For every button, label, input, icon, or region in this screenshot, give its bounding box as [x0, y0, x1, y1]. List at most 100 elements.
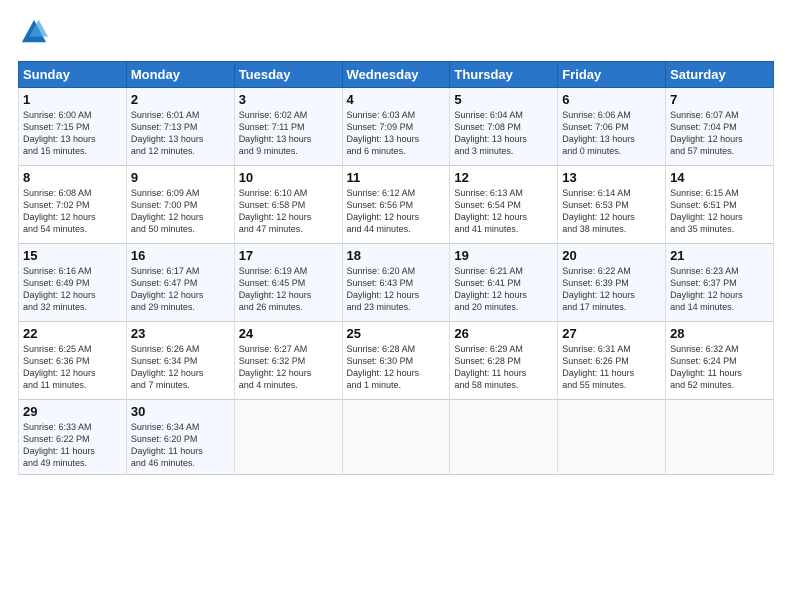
day-info: Sunrise: 6:09 AM Sunset: 7:00 PM Dayligh… — [131, 187, 230, 236]
day-number: 21 — [670, 248, 769, 263]
day-number: 27 — [562, 326, 661, 341]
day-info: Sunrise: 6:34 AM Sunset: 6:20 PM Dayligh… — [131, 421, 230, 470]
day-number: 6 — [562, 92, 661, 107]
day-number: 28 — [670, 326, 769, 341]
day-info: Sunrise: 6:01 AM Sunset: 7:13 PM Dayligh… — [131, 109, 230, 158]
day-number: 10 — [239, 170, 338, 185]
day-number: 19 — [454, 248, 553, 263]
day-info: Sunrise: 6:27 AM Sunset: 6:32 PM Dayligh… — [239, 343, 338, 392]
day-cell: 22 Sunrise: 6:25 AM Sunset: 6:36 PM Dayli… — [19, 322, 127, 400]
day-info: Sunrise: 6:22 AM Sunset: 6:39 PM Dayligh… — [562, 265, 661, 314]
day-cell: 28 Sunrise: 6:32 AM Sunset: 6:24 PM Dayli… — [666, 322, 774, 400]
logo-icon — [20, 18, 48, 46]
day-cell — [558, 400, 666, 475]
day-cell: 13 Sunrise: 6:14 AM Sunset: 6:53 PM Dayli… — [558, 166, 666, 244]
day-number: 11 — [347, 170, 446, 185]
day-info: Sunrise: 6:32 AM Sunset: 6:24 PM Dayligh… — [670, 343, 769, 392]
day-number: 18 — [347, 248, 446, 263]
day-info: Sunrise: 6:20 AM Sunset: 6:43 PM Dayligh… — [347, 265, 446, 314]
logo — [18, 18, 52, 51]
day-cell: 24 Sunrise: 6:27 AM Sunset: 6:32 PM Dayli… — [234, 322, 342, 400]
day-info: Sunrise: 6:26 AM Sunset: 6:34 PM Dayligh… — [131, 343, 230, 392]
day-cell: 11 Sunrise: 6:12 AM Sunset: 6:56 PM Dayli… — [342, 166, 450, 244]
day-number: 17 — [239, 248, 338, 263]
header-cell-friday: Friday — [558, 62, 666, 88]
day-info: Sunrise: 6:14 AM Sunset: 6:53 PM Dayligh… — [562, 187, 661, 236]
day-cell: 4 Sunrise: 6:03 AM Sunset: 7:09 PM Daylig… — [342, 88, 450, 166]
day-number: 29 — [23, 404, 122, 419]
day-number: 9 — [131, 170, 230, 185]
page: SundayMondayTuesdayWednesdayThursdayFrid… — [0, 0, 792, 485]
week-row-1: 1Sunrise: 6:00 AM Sunset: 7:15 PM Daylig… — [19, 88, 774, 166]
day-info: Sunrise: 6:07 AM Sunset: 7:04 PM Dayligh… — [670, 109, 769, 158]
day-number: 4 — [347, 92, 446, 107]
day-cell — [234, 400, 342, 475]
day-number: 23 — [131, 326, 230, 341]
week-row-5: 29 Sunrise: 6:33 AM Sunset: 6:22 PM Dayli… — [19, 400, 774, 475]
day-cell: 26Sunrise: 6:29 AM Sunset: 6:28 PM Dayli… — [450, 322, 558, 400]
day-info: Sunrise: 6:25 AM Sunset: 6:36 PM Dayligh… — [23, 343, 122, 392]
day-number: 26 — [454, 326, 553, 341]
week-row-2: 8 Sunrise: 6:08 AM Sunset: 7:02 PM Daylig… — [19, 166, 774, 244]
day-number: 8 — [23, 170, 122, 185]
header — [18, 18, 774, 51]
day-number: 24 — [239, 326, 338, 341]
day-number: 22 — [23, 326, 122, 341]
day-number: 25 — [347, 326, 446, 341]
day-info: Sunrise: 6:31 AM Sunset: 6:26 PM Dayligh… — [562, 343, 661, 392]
day-cell: 2 Sunrise: 6:01 AM Sunset: 7:13 PM Daylig… — [126, 88, 234, 166]
day-number: 12 — [454, 170, 553, 185]
header-cell-monday: Monday — [126, 62, 234, 88]
day-info: Sunrise: 6:02 AM Sunset: 7:11 PM Dayligh… — [239, 109, 338, 158]
day-cell: 20Sunrise: 6:22 AM Sunset: 6:39 PM Dayli… — [558, 244, 666, 322]
week-row-4: 22 Sunrise: 6:25 AM Sunset: 6:36 PM Dayli… — [19, 322, 774, 400]
day-cell: 9 Sunrise: 6:09 AM Sunset: 7:00 PM Daylig… — [126, 166, 234, 244]
day-info: Sunrise: 6:16 AM Sunset: 6:49 PM Dayligh… — [23, 265, 122, 314]
header-cell-sunday: Sunday — [19, 62, 127, 88]
day-info: Sunrise: 6:06 AM Sunset: 7:06 PM Dayligh… — [562, 109, 661, 158]
day-number: 1 — [23, 92, 122, 107]
day-number: 2 — [131, 92, 230, 107]
header-cell-thursday: Thursday — [450, 62, 558, 88]
day-cell: 23 Sunrise: 6:26 AM Sunset: 6:34 PM Dayli… — [126, 322, 234, 400]
day-info: Sunrise: 6:17 AM Sunset: 6:47 PM Dayligh… — [131, 265, 230, 314]
day-info: Sunrise: 6:12 AM Sunset: 6:56 PM Dayligh… — [347, 187, 446, 236]
day-cell: 8 Sunrise: 6:08 AM Sunset: 7:02 PM Daylig… — [19, 166, 127, 244]
day-cell: 16Sunrise: 6:17 AM Sunset: 6:47 PM Dayli… — [126, 244, 234, 322]
day-number: 5 — [454, 92, 553, 107]
day-cell: 3 Sunrise: 6:02 AM Sunset: 7:11 PM Daylig… — [234, 88, 342, 166]
day-info: Sunrise: 6:04 AM Sunset: 7:08 PM Dayligh… — [454, 109, 553, 158]
day-cell: 30 Sunrise: 6:34 AM Sunset: 6:20 PM Dayli… — [126, 400, 234, 475]
day-info: Sunrise: 6:15 AM Sunset: 6:51 PM Dayligh… — [670, 187, 769, 236]
day-info: Sunrise: 6:03 AM Sunset: 7:09 PM Dayligh… — [347, 109, 446, 158]
day-info: Sunrise: 6:21 AM Sunset: 6:41 PM Dayligh… — [454, 265, 553, 314]
day-cell: 17 Sunrise: 6:19 AM Sunset: 6:45 PM Dayli… — [234, 244, 342, 322]
calendar-table: SundayMondayTuesdayWednesdayThursdayFrid… — [18, 61, 774, 475]
day-cell: 12Sunrise: 6:13 AM Sunset: 6:54 PM Dayli… — [450, 166, 558, 244]
day-number: 30 — [131, 404, 230, 419]
day-info: Sunrise: 6:10 AM Sunset: 6:58 PM Dayligh… — [239, 187, 338, 236]
header-cell-tuesday: Tuesday — [234, 62, 342, 88]
day-cell: 15 Sunrise: 6:16 AM Sunset: 6:49 PM Dayli… — [19, 244, 127, 322]
day-cell: 5 Sunrise: 6:04 AM Sunset: 7:08 PM Daylig… — [450, 88, 558, 166]
day-info: Sunrise: 6:19 AM Sunset: 6:45 PM Dayligh… — [239, 265, 338, 314]
day-info: Sunrise: 6:08 AM Sunset: 7:02 PM Dayligh… — [23, 187, 122, 236]
day-number: 7 — [670, 92, 769, 107]
day-cell — [342, 400, 450, 475]
day-cell: 18 Sunrise: 6:20 AM Sunset: 6:43 PM Dayli… — [342, 244, 450, 322]
week-row-3: 15 Sunrise: 6:16 AM Sunset: 6:49 PM Dayli… — [19, 244, 774, 322]
day-info: Sunrise: 6:33 AM Sunset: 6:22 PM Dayligh… — [23, 421, 122, 470]
day-cell: 29 Sunrise: 6:33 AM Sunset: 6:22 PM Dayli… — [19, 400, 127, 475]
day-cell: 14 Sunrise: 6:15 AM Sunset: 6:51 PM Dayli… — [666, 166, 774, 244]
day-cell: 6 Sunrise: 6:06 AM Sunset: 7:06 PM Daylig… — [558, 88, 666, 166]
day-cell: 19 Sunrise: 6:21 AM Sunset: 6:41 PM Dayli… — [450, 244, 558, 322]
header-cell-saturday: Saturday — [666, 62, 774, 88]
day-cell: 1Sunrise: 6:00 AM Sunset: 7:15 PM Daylig… — [19, 88, 127, 166]
day-number: 13 — [562, 170, 661, 185]
day-number: 3 — [239, 92, 338, 107]
day-number: 14 — [670, 170, 769, 185]
day-cell — [666, 400, 774, 475]
day-info: Sunrise: 6:28 AM Sunset: 6:30 PM Dayligh… — [347, 343, 446, 392]
day-cell: 21Sunrise: 6:23 AM Sunset: 6:37 PM Dayli… — [666, 244, 774, 322]
day-number: 15 — [23, 248, 122, 263]
